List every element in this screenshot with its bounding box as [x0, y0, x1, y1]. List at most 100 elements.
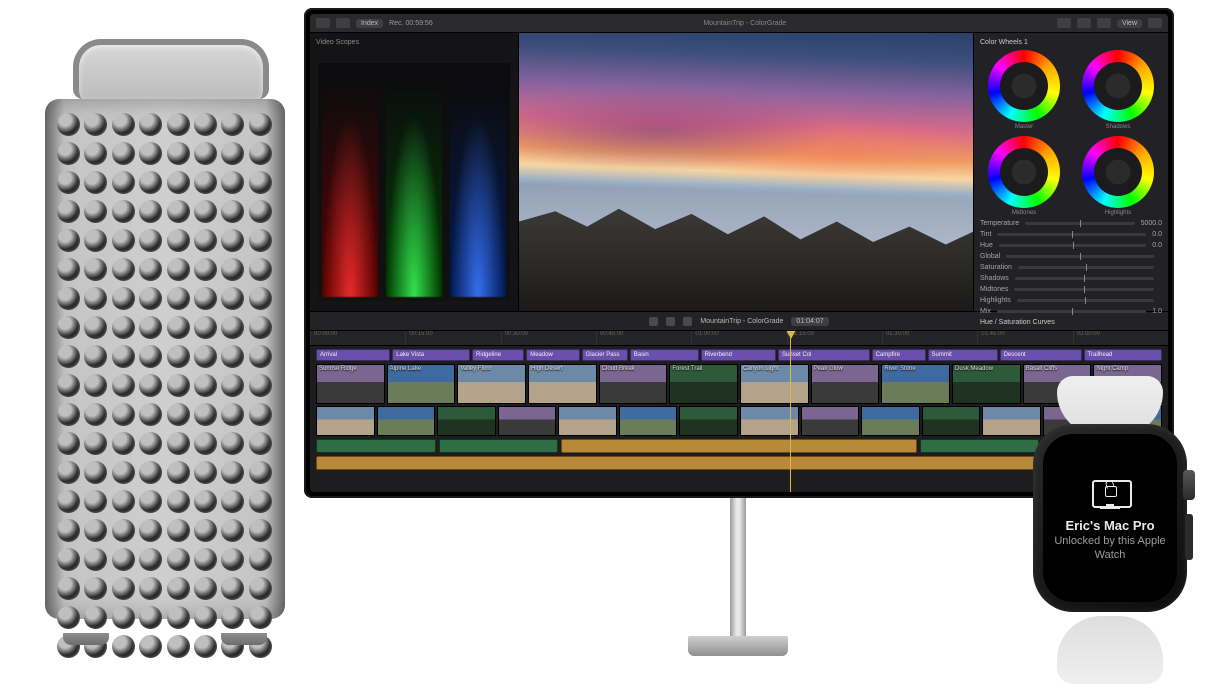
- video-clip[interactable]: [498, 406, 557, 436]
- view-menu[interactable]: View: [1117, 19, 1142, 28]
- video-clip[interactable]: [377, 406, 436, 436]
- video-clip[interactable]: Cloud Break: [599, 364, 668, 404]
- mac-pro-foot-left: [63, 633, 109, 645]
- ruler-tick[interactable]: 00:45:00: [596, 331, 691, 345]
- toolbar-icon[interactable]: [1077, 18, 1091, 28]
- title-clip[interactable]: Summit: [928, 349, 998, 361]
- video-clip[interactable]: [679, 406, 738, 436]
- video-clip[interactable]: Forest Trail: [669, 364, 738, 404]
- title-clip[interactable]: Riverbend: [701, 349, 776, 361]
- color-wheel[interactable]: [1082, 50, 1154, 122]
- play-icon[interactable]: [666, 317, 675, 326]
- fcp-toolbar: Index Rec. 00:59:56 MountainTrip - Color…: [310, 14, 1168, 33]
- parade-blue: [450, 81, 506, 297]
- param-highlights[interactable]: Highlights: [980, 297, 1162, 304]
- video-clip[interactable]: Peak Glow: [811, 364, 880, 404]
- param-global[interactable]: Global: [980, 253, 1162, 260]
- mac-pro-handle: [73, 39, 269, 99]
- color-wheel[interactable]: [988, 136, 1060, 208]
- title-clip[interactable]: Lake Vista: [392, 349, 470, 361]
- curves-title: Hue / Saturation Curves: [980, 319, 1162, 326]
- library-icon[interactable]: [316, 18, 330, 28]
- mac-pro-tower: [45, 45, 285, 635]
- title-clip[interactable]: Sunset Col: [778, 349, 870, 361]
- toolbar-icon[interactable]: [1057, 18, 1071, 28]
- share-icon[interactable]: [1148, 18, 1162, 28]
- project-title: MountainTrip - ColorGrade: [439, 20, 1051, 27]
- viewer[interactable]: [519, 33, 973, 311]
- play-project: MountainTrip - ColorGrade: [700, 318, 783, 325]
- title-clip[interactable]: Ridgeline: [472, 349, 524, 361]
- title-clip[interactable]: Descent: [1000, 349, 1082, 361]
- title-clip[interactable]: Meadow: [526, 349, 579, 361]
- audio-clip[interactable]: [316, 439, 436, 453]
- param-tint[interactable]: Tint0.0: [980, 231, 1162, 238]
- watch-side-button[interactable]: [1185, 514, 1193, 560]
- unlock-title: Eric's Mac Pro: [1065, 518, 1154, 533]
- video-clip[interactable]: Sunrise Ridge: [316, 364, 385, 404]
- digital-crown[interactable]: [1183, 470, 1195, 500]
- timecode-display[interactable]: 01:04:07: [791, 317, 828, 326]
- video-clip[interactable]: Canyon Light: [740, 364, 809, 404]
- timeline-ruler[interactable]: 00:00:0000:15:0000:30:0000:45:0001:00:00…: [310, 331, 1168, 346]
- wheel-label: Master: [980, 124, 1068, 130]
- ruler-tick[interactable]: 00:15:00: [405, 331, 500, 345]
- wheel-label: Highlights: [1074, 210, 1162, 216]
- ruler-tick[interactable]: 02:00:00: [1073, 331, 1168, 345]
- param-shadows[interactable]: Shadows: [980, 275, 1162, 282]
- ruler-tick[interactable]: 00:00:00: [310, 331, 405, 345]
- titles-track[interactable]: ArrivalLake VistaRidgelineMeadowGlacier …: [316, 349, 1162, 361]
- toolbar-icon[interactable]: [1097, 18, 1111, 28]
- color-wheel[interactable]: [988, 50, 1060, 122]
- title-clip[interactable]: Basin: [630, 349, 699, 361]
- video-clip[interactable]: [437, 406, 496, 436]
- ruler-tick[interactable]: 01:15:00: [787, 331, 882, 345]
- title-clip[interactable]: Campfire: [872, 349, 926, 361]
- video-clip[interactable]: [558, 406, 617, 436]
- param-mix[interactable]: Mix1.0: [980, 308, 1162, 315]
- parade-green: [386, 81, 442, 297]
- index-button[interactable]: Index: [356, 19, 383, 28]
- video-clip[interactable]: River Stone: [881, 364, 950, 404]
- inspector-title: Color Wheels 1: [980, 39, 1162, 46]
- video-clip[interactable]: [922, 406, 981, 436]
- watch-screen[interactable]: Eric's Mac Pro Unlocked by this Apple Wa…: [1043, 434, 1177, 602]
- param-midtones[interactable]: Midtones: [980, 286, 1162, 293]
- skip-fwd-icon[interactable]: [683, 317, 692, 326]
- unlock-mac-icon: [1088, 474, 1132, 508]
- parade-red: [322, 81, 378, 297]
- param-temperature[interactable]: Temperature5000.0: [980, 220, 1162, 227]
- param-saturation[interactable]: Saturation: [980, 264, 1162, 271]
- video-clip[interactable]: Dusk Meadow: [952, 364, 1021, 404]
- video-clip[interactable]: [316, 406, 375, 436]
- color-inspector: Color Wheels 1 Master Shadows Midtones High…: [973, 33, 1168, 311]
- ruler-tick[interactable]: 01:45:00: [977, 331, 1072, 345]
- title-clip[interactable]: Trailhead: [1084, 349, 1162, 361]
- title-clip[interactable]: Arrival: [316, 349, 390, 361]
- wheel-label: Midtones: [980, 210, 1068, 216]
- param-hue[interactable]: Hue0.0: [980, 242, 1162, 249]
- wheel-label: Shadows: [1074, 124, 1162, 130]
- video-clip[interactable]: [861, 406, 920, 436]
- product-hero-stage: Index Rec. 00:59:56 MountainTrip - Color…: [0, 0, 1226, 690]
- ruler-tick[interactable]: 01:30:00: [882, 331, 977, 345]
- audio-clip[interactable]: [439, 439, 559, 453]
- mac-pro-body: [45, 99, 285, 619]
- playhead[interactable]: [790, 331, 791, 492]
- color-wheel[interactable]: [1082, 136, 1154, 208]
- display-stand: [688, 498, 788, 670]
- video-clip[interactable]: [619, 406, 678, 436]
- video-clip[interactable]: Alpine Lake: [387, 364, 456, 404]
- color-wheels-grid: Master Shadows Midtones Highlights: [980, 50, 1162, 216]
- video-clip[interactable]: Valley Floor: [457, 364, 526, 404]
- skip-back-icon[interactable]: [649, 317, 658, 326]
- watch-band-bottom: [1057, 616, 1163, 684]
- ruler-tick[interactable]: 01:00:00: [691, 331, 786, 345]
- music-clip[interactable]: [561, 439, 916, 453]
- unlock-subtitle: Unlocked by this Apple Watch: [1053, 535, 1167, 563]
- video-clip[interactable]: [801, 406, 860, 436]
- video-clip[interactable]: High Desert: [528, 364, 597, 404]
- title-clip[interactable]: Glacier Pass: [582, 349, 628, 361]
- media-icon[interactable]: [336, 18, 350, 28]
- ruler-tick[interactable]: 00:30:00: [501, 331, 596, 345]
